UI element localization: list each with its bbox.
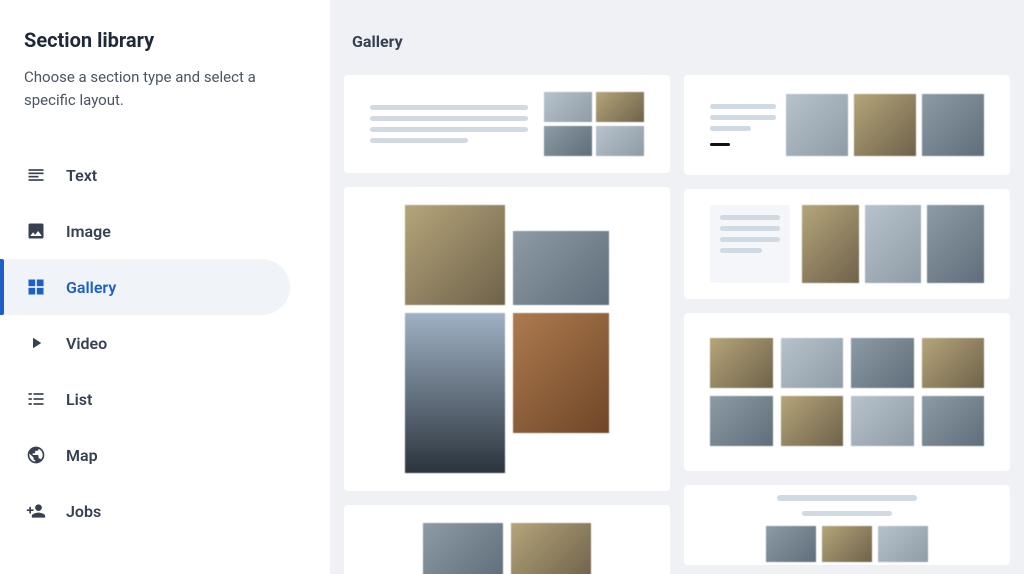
- placeholder-subtitle-line: [802, 511, 892, 516]
- placeholder-thumb: [405, 205, 505, 305]
- sidebar-subtitle: Choose a section type and select a speci…: [24, 66, 306, 111]
- placeholder-thumb: [405, 313, 505, 473]
- main-panel: Gallery: [330, 0, 1024, 574]
- placeholder-thumb: [513, 313, 609, 433]
- layout-card-text-grid-2x2[interactable]: [344, 75, 670, 173]
- sidebar-item-list[interactable]: List: [0, 371, 330, 427]
- layout-card-textbox-row-3[interactable]: [684, 189, 1010, 299]
- placeholder-text-block: [710, 104, 776, 146]
- sidebar: Section library Choose a section type an…: [0, 0, 330, 574]
- placeholder-thumb-row: [786, 94, 984, 156]
- sidebar-item-label: Video: [66, 334, 107, 353]
- sidebar-header: Section library Choose a section type an…: [0, 28, 330, 131]
- sidebar-title: Section library: [24, 28, 306, 52]
- image-icon: [24, 219, 48, 243]
- placeholder-thumb-row: [802, 205, 984, 283]
- placeholder-thumb: [511, 523, 591, 574]
- sidebar-item-image[interactable]: Image: [0, 203, 330, 259]
- sidebar-item-label: Gallery: [66, 278, 116, 297]
- sidebar-item-label: Image: [66, 222, 111, 241]
- map-icon: [24, 443, 48, 467]
- layout-card-grid-4x2[interactable]: [684, 313, 1010, 471]
- text-icon: [24, 163, 48, 187]
- sidebar-item-jobs[interactable]: Jobs: [0, 483, 330, 539]
- jobs-icon: [24, 499, 48, 523]
- layout-card-row-2-large[interactable]: [344, 505, 670, 574]
- layouts-column-right: [684, 75, 1010, 574]
- list-icon: [24, 387, 48, 411]
- placeholder-thumb: [423, 523, 503, 574]
- video-icon: [24, 331, 48, 355]
- placeholder-text-block: [710, 205, 790, 283]
- placeholder-thumb: [513, 231, 609, 305]
- sidebar-nav: Text Image Gallery Video List: [0, 147, 330, 539]
- sidebar-item-video[interactable]: Video: [0, 315, 330, 371]
- gallery-icon: [24, 275, 48, 299]
- layouts-column-left: [344, 75, 670, 574]
- layout-card-collage-4[interactable]: [344, 187, 670, 491]
- placeholder-text-block: [370, 105, 528, 143]
- sidebar-item-map[interactable]: Map: [0, 427, 330, 483]
- sidebar-item-text[interactable]: Text: [0, 147, 330, 203]
- placeholder-thumb-grid: [544, 92, 644, 156]
- placeholder-thumb-row: [766, 526, 928, 562]
- layout-card-text-row-3-labeled[interactable]: [684, 75, 1010, 175]
- sidebar-item-label: Text: [66, 166, 97, 185]
- sidebar-item-gallery[interactable]: Gallery: [0, 259, 290, 315]
- placeholder-thumb-grid: [710, 338, 984, 446]
- main-title: Gallery: [330, 32, 1024, 75]
- layout-card-centered-title-row[interactable]: [684, 485, 1010, 565]
- placeholder-title-line: [777, 495, 917, 501]
- sidebar-item-label: List: [66, 390, 92, 409]
- gallery-layouts: [330, 75, 1024, 574]
- sidebar-item-label: Map: [66, 446, 98, 465]
- sidebar-item-label: Jobs: [66, 502, 101, 521]
